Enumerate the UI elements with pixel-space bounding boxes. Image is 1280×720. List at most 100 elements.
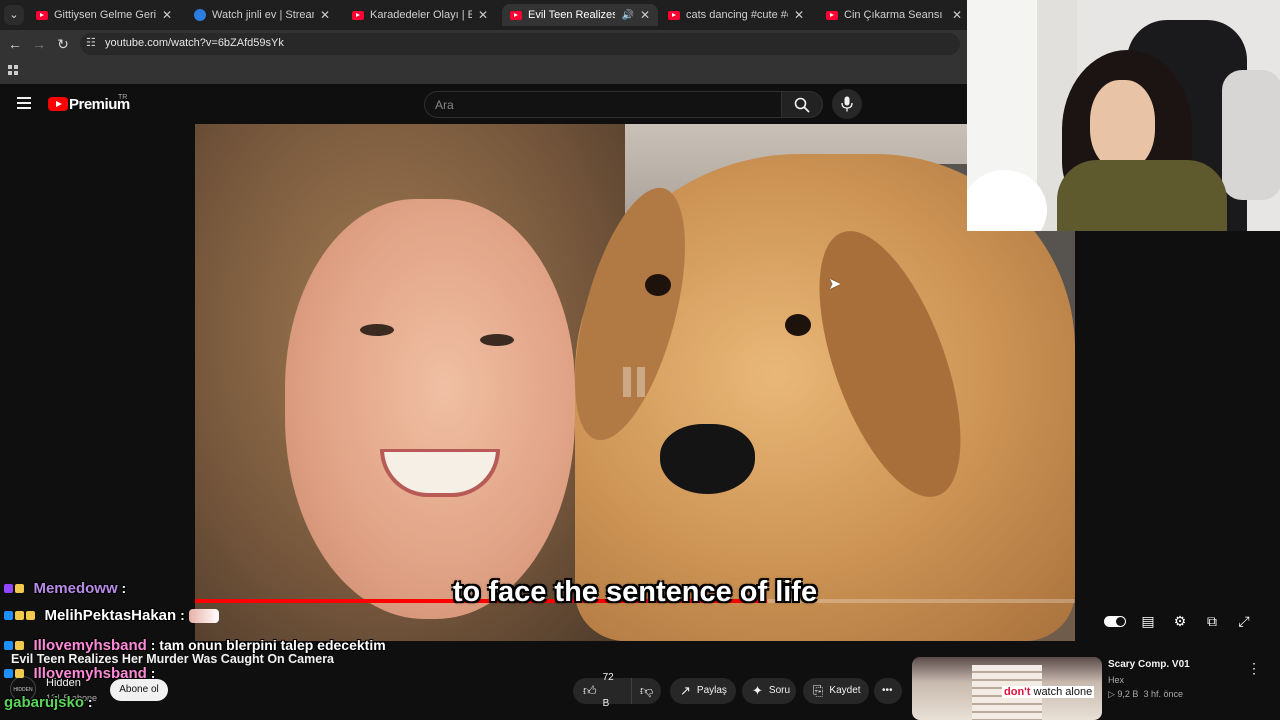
menu-icon[interactable]: [17, 97, 31, 109]
captions-icon[interactable]: ▤: [1139, 613, 1157, 629]
fullscreen-icon[interactable]: ⤢: [1235, 613, 1253, 629]
apps-icon[interactable]: [8, 65, 18, 75]
tab-title: Evil Teen Realizes Her Murd: [528, 9, 616, 21]
youtube-icon: [826, 10, 838, 20]
more-actions-button[interactable]: •••: [874, 678, 902, 704]
mouse-cursor-icon: ➤: [828, 276, 842, 293]
speaker-icon[interactable]: 🔊: [621, 10, 633, 21]
tab-4-active[interactable]: Evil Teen Realizes Her Murd 🔊 ✕: [502, 4, 658, 26]
address-bar-row: ← → ↻ ☷ youtube.com/watch?v=6bZAfd59sYk: [0, 30, 968, 58]
recommended-video-channel[interactable]: Hex: [1108, 675, 1124, 685]
streamable-icon: [194, 9, 206, 21]
forward-icon[interactable]: →: [31, 36, 47, 52]
tab-2[interactable]: Watch jinli ev | Streamable ✕: [186, 4, 338, 26]
miniplayer-icon[interactable]: ⧉: [1203, 613, 1221, 629]
tab-6[interactable]: Cin Çıkarma Seansı Remix! - Yo ✕: [818, 4, 970, 26]
recommended-video-age: 3 hf. önce: [1143, 689, 1183, 699]
chat-badges: [4, 637, 26, 655]
chat-username: Memedoww: [33, 580, 118, 598]
close-icon[interactable]: ✕: [162, 8, 172, 22]
webcam-streamer-body: [1057, 160, 1227, 231]
youtube-icon: [36, 10, 48, 20]
video-frame-dog-eye: [645, 274, 671, 296]
chat-username: Illovemyhsband: [33, 665, 147, 683]
search-input[interactable]: Ara: [424, 91, 782, 118]
chat-badges: [4, 580, 26, 598]
youtube-icon: [352, 10, 364, 20]
close-icon[interactable]: ✕: [794, 8, 804, 22]
voice-search-button[interactable]: [832, 89, 862, 119]
pause-indicator-icon: [623, 367, 647, 397]
share-label: Paylaş: [696, 685, 727, 696]
webcam-overlay: [967, 0, 1280, 231]
tab-title: cats dancing #cute #cats #danc: [686, 9, 788, 21]
autoplay-toggle[interactable]: [1104, 616, 1126, 627]
sparkle-icon: ✦: [752, 683, 763, 698]
share-icon: ↗: [680, 683, 691, 698]
youtube-icon: [510, 10, 522, 20]
recommended-video-thumbnail[interactable]: don't watch alone: [912, 657, 1102, 720]
search-button[interactable]: [781, 91, 823, 118]
save-label: Kaydet: [829, 685, 861, 696]
chat-username: MelihPektasHakan: [44, 607, 177, 625]
thumbs-up-icon: 👍︎: [583, 683, 597, 698]
search-icon: [794, 97, 810, 113]
youtube-icon: [668, 10, 680, 20]
webcam-streamer-face: [1090, 80, 1155, 170]
close-icon[interactable]: ✕: [640, 8, 650, 22]
tab-1[interactable]: Gittiysen Gelme Geri Kedi Versi ✕: [28, 4, 180, 26]
chat-line: Illovemyhsband :: [4, 665, 155, 683]
region-code: TR: [118, 94, 128, 101]
video-frame-eye: [480, 334, 514, 346]
chat-badges: [4, 607, 37, 625]
chat-message: tam onun blerpini talep edecektim: [159, 637, 386, 654]
youtube-logo-icon[interactable]: [48, 97, 68, 111]
video-frame-dog-eye: [785, 314, 811, 336]
chat-line: MelihPektasHakan :: [4, 607, 219, 625]
recommended-video-meta: ▷ 9,2 B 3 hf. önce: [1108, 689, 1183, 700]
tab-5[interactable]: cats dancing #cute #cats #danc ✕: [660, 4, 812, 26]
settings-icon[interactable]: ⚙: [1171, 613, 1189, 629]
tab-search-button[interactable]: ⌄: [4, 5, 24, 25]
save-button[interactable]: ⎘ Kaydet: [803, 678, 869, 704]
bookmark-icon: ⎘: [813, 683, 824, 698]
close-icon[interactable]: ✕: [320, 8, 330, 22]
video-frame-girl-face: [285, 199, 575, 619]
back-icon[interactable]: ←: [7, 36, 23, 52]
chat-emote: [188, 609, 219, 623]
share-button[interactable]: ↗ Paylaş: [670, 678, 736, 704]
chat-line: gabarujsko :: [4, 694, 93, 711]
video-frame-eye: [360, 324, 394, 336]
close-icon[interactable]: ✕: [952, 8, 962, 22]
bookmarks-bar: [0, 58, 968, 84]
webcam-pillow: [1222, 70, 1280, 200]
ask-label: Soru: [768, 685, 791, 696]
chat-username: Illovemyhsband: [33, 637, 147, 655]
video-frame-dog-nose: [660, 424, 755, 494]
like-button[interactable]: 👍︎ 72 B: [573, 672, 631, 709]
stream-chat-overlay: Memedoww : MelihPektasHakan : Illovemyhs…: [0, 580, 440, 720]
reload-icon[interactable]: ↻: [55, 36, 71, 52]
more-vertical-icon[interactable]: ⋮: [1247, 660, 1261, 677]
dislike-button[interactable]: 👎︎: [631, 678, 661, 704]
ask-button[interactable]: ✦ Soru: [742, 678, 796, 704]
site-info-icon[interactable]: ☷: [86, 36, 96, 49]
thumbnail-caption: don't watch alone: [1002, 686, 1095, 698]
tab-title: Cin Çıkarma Seansı Remix! - Yo: [844, 9, 946, 21]
microphone-icon: [841, 96, 853, 112]
recommended-video-views: ▷ 9,2 B: [1108, 689, 1139, 699]
chat-line: Memedoww :: [4, 580, 126, 598]
url-text: youtube.com/watch?v=6bZAfd59sYk: [105, 37, 284, 49]
search-placeholder: Ara: [435, 98, 454, 112]
chat-username: gabarujsko: [4, 694, 85, 711]
tab-title: Karadedeler Olayı | Eski Türk Fi: [370, 9, 472, 21]
close-icon[interactable]: ✕: [478, 8, 488, 22]
video-player[interactable]: ➤ to face the sentence of life: [195, 124, 1075, 641]
url-field[interactable]: ☷ youtube.com/watch?v=6bZAfd59sYk: [80, 33, 960, 55]
chat-badges: [4, 665, 26, 683]
tab-3[interactable]: Karadedeler Olayı | Eski Türk Fi ✕: [344, 4, 496, 26]
recommended-video-title[interactable]: Scary Comp. V01: [1108, 659, 1190, 670]
chat-line: Illovemyhsband : tam onun blerpini talep…: [4, 637, 386, 655]
thumbs-down-icon: 👎︎: [640, 683, 654, 698]
tab-title: Watch jinli ev | Streamable: [212, 9, 314, 21]
